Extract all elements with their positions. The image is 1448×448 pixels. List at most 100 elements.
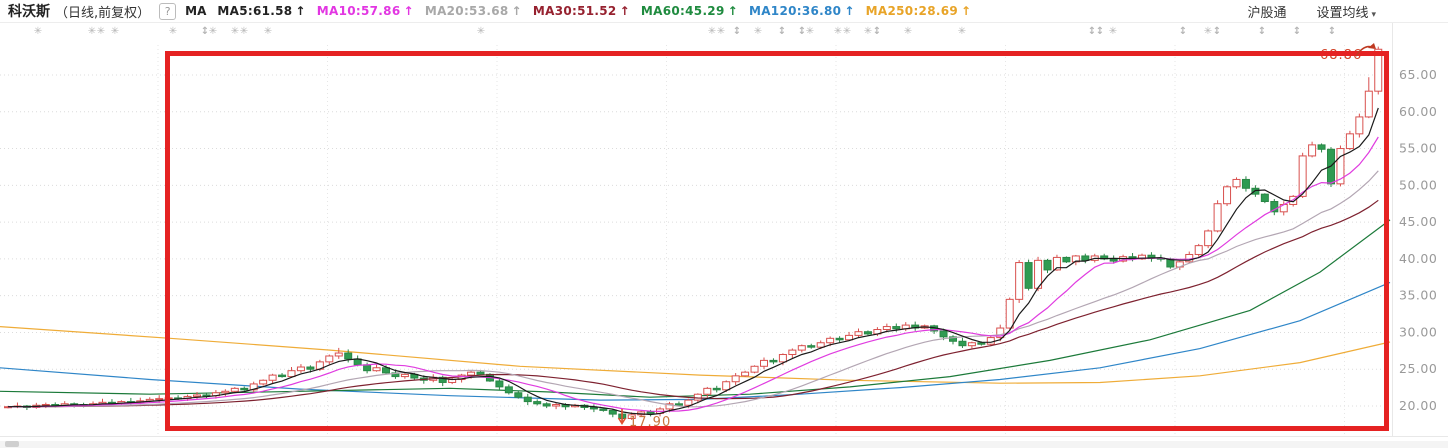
candle <box>373 365 380 372</box>
chart-header: 科沃斯 （日线,前复权） ? MA MA5:61.58↑MA10:57.86↑M… <box>0 0 1448 22</box>
candle <box>1016 260 1023 303</box>
candle <box>1035 257 1042 291</box>
svg-text:✳: ✳ <box>958 26 966 37</box>
ma-legend-item: MA250:28.69↑ <box>866 4 972 18</box>
candle <box>1261 193 1268 203</box>
svg-text:↕: ↕ <box>1096 26 1104 37</box>
svg-text:↕: ↕ <box>201 26 209 37</box>
up-arrow-icon: ↑ <box>295 4 305 18</box>
svg-text:✳: ✳ <box>240 26 248 37</box>
candle <box>959 338 966 348</box>
panel-borders <box>0 23 1448 437</box>
candle <box>1044 259 1051 273</box>
ma-legend-item: MA120:36.80↑ <box>749 4 855 18</box>
candle <box>590 404 597 412</box>
svg-text:65.00: 65.00 <box>1399 67 1437 82</box>
candle <box>864 330 871 335</box>
header-right: 沪股通 设置均线▾ <box>1217 2 1448 21</box>
candle <box>14 403 21 409</box>
candle <box>742 371 749 377</box>
svg-text:✳: ✳ <box>843 26 851 37</box>
set-ma-dropdown[interactable]: 设置均线▾ <box>1316 2 1376 21</box>
svg-text:↕: ↕ <box>1258 26 1266 37</box>
svg-text:✳: ✳ <box>111 26 119 37</box>
svg-text:✳: ✳ <box>904 26 912 37</box>
candle <box>553 403 560 409</box>
up-arrow-icon: ↑ <box>403 4 413 18</box>
candle <box>534 399 541 405</box>
candle <box>1271 199 1278 215</box>
candle <box>1224 185 1231 206</box>
highlight-annotation-box <box>168 54 1387 429</box>
set-ma-label: 设置均线 <box>1316 6 1368 21</box>
candlestick-chart[interactable]: ✳✳✳✳✳✳✳✳✳✳✳✳✳✳✳✳✳✳✳✳✳↕↕↕↕↕↕↕↕↕↕↕↕ 65.006… <box>0 0 1448 448</box>
ma-legend-item: MA5:61.58↑ <box>217 4 305 18</box>
svg-text:30.00: 30.00 <box>1399 324 1437 339</box>
candle <box>1233 177 1240 188</box>
candle <box>515 391 522 399</box>
candle <box>1365 77 1372 118</box>
svg-text:✳: ✳ <box>231 26 239 37</box>
candle <box>1025 260 1032 291</box>
candle <box>950 335 957 344</box>
candle <box>1318 143 1325 152</box>
svg-text:✳: ✳ <box>88 26 96 37</box>
svg-text:40.00: 40.00 <box>1399 251 1437 266</box>
candle <box>770 358 777 364</box>
svg-text:↕: ↕ <box>1328 26 1336 37</box>
candle <box>1346 131 1353 150</box>
candle <box>1072 255 1079 265</box>
svg-text:✳: ✳ <box>1204 26 1212 37</box>
up-arrow-icon: ↑ <box>844 4 854 18</box>
candle <box>997 325 1004 342</box>
candle <box>761 357 768 369</box>
candle <box>1186 252 1193 264</box>
ma-legend-item: MA20:53.68↑ <box>425 4 522 18</box>
svg-text:✳: ✳ <box>864 26 872 37</box>
candle <box>1356 114 1363 138</box>
svg-text:✳: ✳ <box>264 26 272 37</box>
ma-legend-item: MA10:57.86↑ <box>317 4 414 18</box>
candle <box>1006 298 1013 330</box>
chevron-down-icon: ▾ <box>1371 10 1376 20</box>
svg-text:✳: ✳ <box>209 26 217 37</box>
svg-text:✳: ✳ <box>97 26 105 37</box>
up-arrow-icon: ↑ <box>620 4 630 18</box>
svg-text:✳: ✳ <box>708 26 716 37</box>
svg-text:25.00: 25.00 <box>1399 361 1437 376</box>
candle <box>42 403 49 408</box>
up-arrow-icon: ↑ <box>728 4 738 18</box>
horizontal-scrollbar-track <box>0 441 1448 448</box>
svg-text:✳: ✳ <box>169 26 177 37</box>
candle <box>789 348 796 358</box>
candle <box>297 364 304 373</box>
svg-text:↕: ↕ <box>778 26 786 37</box>
help-icon[interactable]: ? <box>159 3 176 20</box>
hugutong-link[interactable]: 沪股通 <box>1247 2 1286 21</box>
price-axis: 65.0060.0055.0050.0045.0040.0035.0030.00… <box>1399 67 1437 413</box>
svg-text:✳: ✳ <box>754 26 762 37</box>
svg-text:45.00: 45.00 <box>1399 214 1437 229</box>
svg-text:↕: ↕ <box>1179 26 1187 37</box>
horizontal-scrollbar-thumb[interactable] <box>5 441 19 447</box>
up-arrow-icon: ↑ <box>512 4 522 18</box>
svg-text:✳: ✳ <box>806 26 814 37</box>
candle <box>1214 200 1221 232</box>
candle <box>1205 229 1212 248</box>
candle <box>326 355 333 365</box>
candle <box>505 384 512 394</box>
candle <box>968 342 975 349</box>
svg-text:↕: ↕ <box>1293 26 1301 37</box>
candle <box>524 394 531 405</box>
candle <box>439 376 446 386</box>
svg-text:60.00: 60.00 <box>1399 104 1437 119</box>
candle <box>269 374 276 384</box>
candle <box>713 386 720 393</box>
candle <box>855 329 862 338</box>
ma-prefix-label: MA <box>185 4 206 18</box>
candle <box>1309 142 1316 158</box>
candle <box>836 336 843 342</box>
candle <box>543 402 550 408</box>
svg-text:✳: ✳ <box>34 26 42 37</box>
svg-text:↕: ↕ <box>1213 26 1221 37</box>
